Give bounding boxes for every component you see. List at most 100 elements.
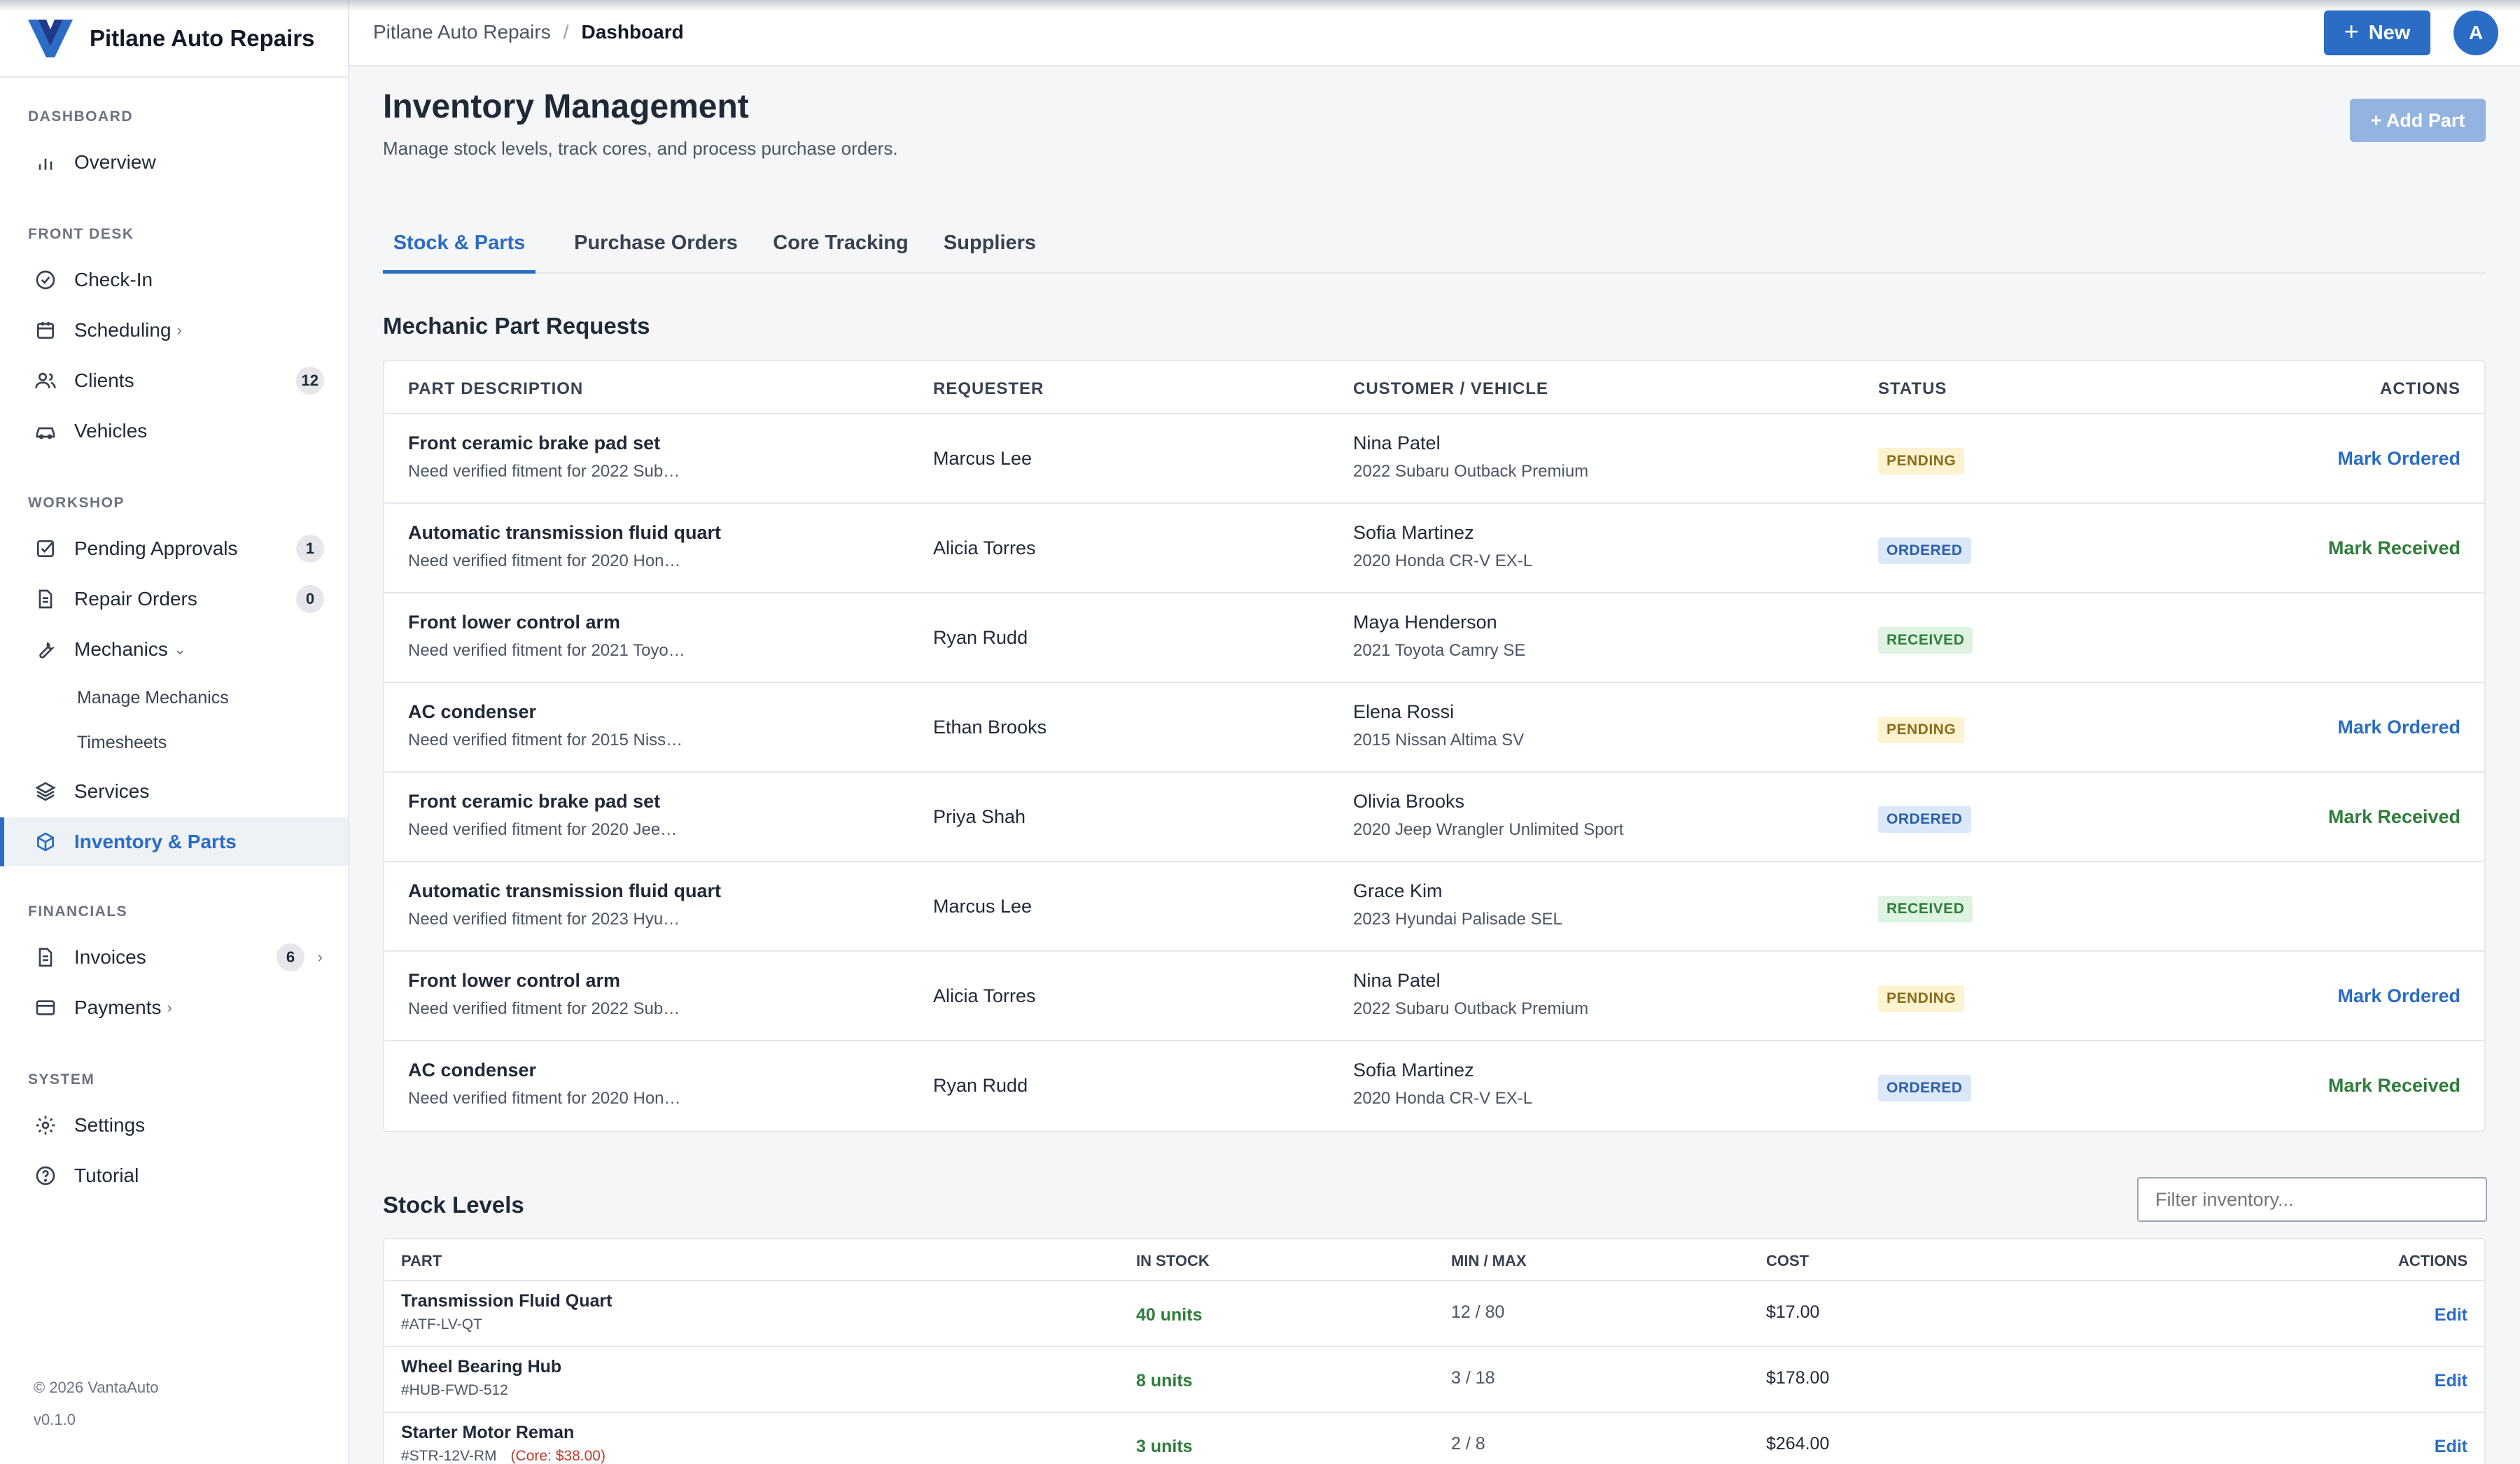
sidebar-item-label: Repair Orders (74, 588, 197, 610)
column-header: IN STOCK (1136, 1252, 1210, 1269)
new-button[interactable]: + New (2324, 10, 2430, 55)
mark-received-button[interactable]: Mark Received (2328, 537, 2460, 559)
sidebar-item-invoices[interactable]: Invoices 6 › (0, 933, 348, 982)
sidebar-item-label: Settings (74, 1114, 146, 1136)
sidebar-item-label: Clients (74, 369, 134, 391)
tab-stock-parts[interactable]: Stock & Parts (383, 229, 536, 274)
sidebar-item-mechanics[interactable]: Mechanics ⌄ (0, 625, 348, 674)
in-stock-count: 3 units (1136, 1437, 1193, 1456)
in-stock-count: 8 units (1136, 1371, 1193, 1391)
table-header: PART DESCRIPTION REQUESTER CUSTOMER / VE… (384, 361, 2484, 414)
customer-name: Grace Kim (1353, 880, 1443, 901)
help-circle-icon (34, 1164, 57, 1188)
tab-core-tracking[interactable]: Core Tracking (772, 229, 909, 274)
part-note: Need verified fitment for 2022 Sub… (408, 999, 680, 1018)
sidebar-item-label: Payments (74, 997, 162, 1018)
table-row: Transmission Fluid Quart #ATF-LV-QT 40 uni… (384, 1281, 2484, 1347)
column-header: ACTIONS (2380, 379, 2460, 398)
bar-chart-icon (34, 150, 57, 174)
min-max-value: 3 / 18 (1451, 1368, 1495, 1388)
sidebar-item-settings[interactable]: Settings (0, 1101, 348, 1150)
vehicle-name: 2022 Subaru Outback Premium (1353, 999, 1589, 1018)
sidebar-item-label: Scheduling (74, 319, 172, 341)
tab-purchase-orders[interactable]: Purchase Orders (572, 229, 740, 274)
v-chevron-logo-icon (28, 19, 73, 57)
table-row: AC condenser Need verified fitment for 20… (384, 1041, 2484, 1131)
requester-name: Alicia Torres (933, 537, 1036, 558)
filter-inventory-input[interactable] (2137, 1177, 2487, 1222)
sidebar-subitem-timesheets[interactable]: Timesheets (77, 733, 167, 753)
part-requests-table: PART DESCRIPTION REQUESTER CUSTOMER / VE… (383, 360, 2486, 1132)
mark-received-button[interactable]: Mark Received (2328, 806, 2460, 828)
part-note: Need verified fitment for 2023 Hyu… (408, 910, 680, 929)
min-max-value: 12 / 80 (1451, 1302, 1505, 1322)
vehicle-name: 2022 Subaru Outback Premium (1353, 462, 1589, 481)
chevron-right-icon: › (317, 948, 323, 966)
gear-icon (34, 1113, 57, 1137)
sidebar-item-tutorial[interactable]: Tutorial (0, 1151, 348, 1200)
mark-received-button[interactable]: Mark Received (2328, 1075, 2460, 1097)
sidebar-item-clients[interactable]: Clients 12 (0, 356, 348, 405)
document-icon (34, 587, 57, 611)
section-front-desk: FRONT DESK (28, 226, 134, 242)
add-part-button[interactable]: + Add Part (2350, 99, 2486, 142)
sidebar-item-payments[interactable]: Payments › (0, 983, 348, 1032)
sidebar-item-label: Mechanics (74, 638, 168, 660)
section-financials: FINANCIALS (28, 903, 128, 920)
box-icon (34, 830, 57, 854)
wrench-icon (34, 638, 57, 661)
edit-button[interactable]: Edit (2435, 1371, 2468, 1391)
column-header: ACTIONS (2398, 1252, 2468, 1269)
tab-suppliers[interactable]: Suppliers (939, 229, 1040, 274)
min-max-value: 2 / 8 (1451, 1434, 1485, 1454)
brand-name: Pitlane Auto Repairs (90, 24, 315, 51)
column-header: CUSTOMER / VEHICLE (1353, 379, 1548, 398)
sidebar-item-vehicles[interactable]: Vehicles (0, 407, 348, 456)
vehicle-name: 2023 Hyundai Palisade SEL (1353, 910, 1562, 929)
table-row: Front lower control arm Need verified fit… (384, 593, 2484, 683)
breadcrumb-separator: / (563, 21, 569, 43)
status-badge: ORDERED (1878, 806, 1971, 833)
avatar[interactable]: A (2454, 10, 2498, 55)
requester-name: Ryan Rudd (933, 1075, 1028, 1096)
mark-ordered-button[interactable]: Mark Ordered (2337, 448, 2460, 470)
requester-name: Ethan Brooks (933, 717, 1047, 738)
part-note: Need verified fitment for 2022 Sub… (408, 462, 680, 481)
table-row: Automatic transmission fluid quart Need v… (384, 504, 2484, 593)
breadcrumb-root[interactable]: Pitlane Auto Repairs (373, 21, 551, 43)
part-sku: #STR-12V-RM (401, 1448, 497, 1464)
part-description: AC condenser (408, 701, 537, 722)
sidebar-subitem-manage-mechanics[interactable]: Manage Mechanics (77, 688, 229, 708)
sidebar: Pitlane Auto Repairs DASHBOARD Overview … (0, 0, 349, 1464)
status-badge: RECEIVED (1878, 627, 1973, 654)
sidebar-item-inventory[interactable]: Inventory & Parts (0, 817, 348, 866)
table-header: PART IN STOCK MIN / MAX COST ACTIONS (384, 1239, 2484, 1281)
sidebar-item-overview[interactable]: Overview (0, 138, 348, 187)
customer-name: Maya Henderson (1353, 612, 1497, 633)
part-description: Front lower control arm (408, 970, 621, 991)
count-badge: 1 (296, 535, 324, 563)
requester-name: Ryan Rudd (933, 627, 1028, 648)
sidebar-item-scheduling[interactable]: Scheduling › (0, 306, 348, 355)
column-header: COST (1766, 1252, 1809, 1269)
mark-ordered-button[interactable]: Mark Ordered (2337, 717, 2460, 738)
sidebar-item-check-in[interactable]: Check-In (0, 255, 348, 304)
brand[interactable]: Pitlane Auto Repairs (0, 0, 348, 78)
part-description: Automatic transmission fluid quart (408, 880, 722, 901)
edit-button[interactable]: Edit (2435, 1437, 2468, 1457)
edit-button[interactable]: Edit (2435, 1305, 2468, 1325)
tab-bar: Stock & Parts Purchase Orders Core Track… (383, 229, 2486, 274)
status-badge: PENDING (1878, 717, 1965, 743)
sidebar-item-repair-orders[interactable]: Repair Orders 0 (0, 575, 348, 624)
sidebar-item-services[interactable]: Services (0, 767, 348, 816)
part-description: AC condenser (408, 1060, 537, 1081)
sidebar-item-pending-approvals[interactable]: Pending Approvals 1 (0, 524, 348, 573)
table-row: AC condenser Need verified fitment for 20… (384, 683, 2484, 773)
part-sku-line: #ATF-LV-QT (401, 1316, 482, 1333)
vehicle-name: 2020 Honda CR-V EX-L (1353, 1089, 1533, 1108)
part-description: Front ceramic brake pad set (408, 791, 661, 812)
mark-ordered-button[interactable]: Mark Ordered (2337, 985, 2460, 1007)
table-row: Front ceramic brake pad set Need verified… (384, 773, 2484, 862)
vehicle-name: 2020 Honda CR-V EX-L (1353, 551, 1533, 570)
status-badge: ORDERED (1878, 537, 1971, 564)
